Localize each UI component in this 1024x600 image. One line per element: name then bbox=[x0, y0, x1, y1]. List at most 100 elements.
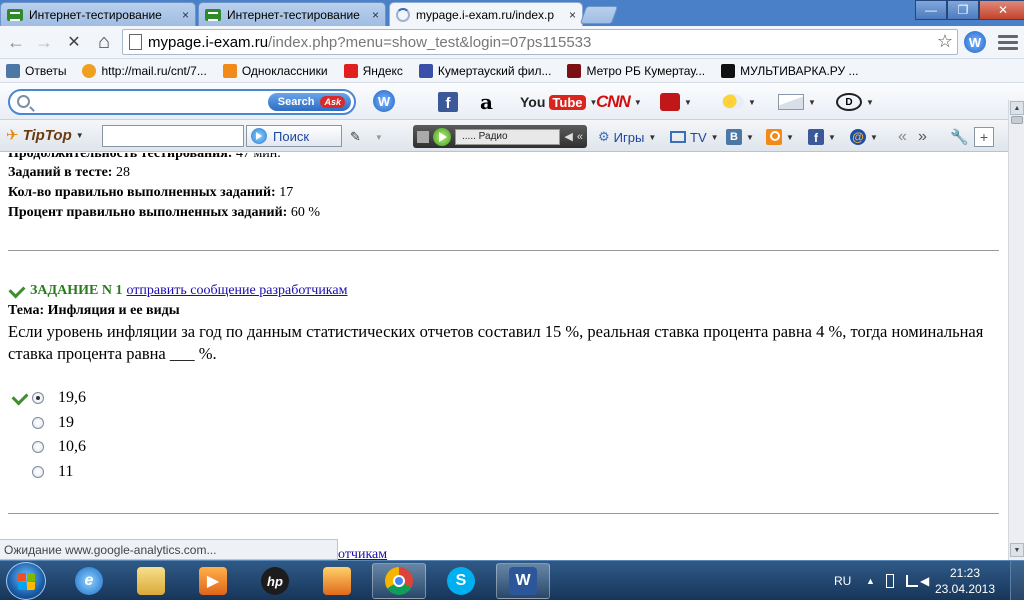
chevron-down-icon[interactable]: ▼ bbox=[746, 133, 754, 142]
ok-button[interactable]: ▼ bbox=[766, 127, 794, 147]
chevron-down-icon[interactable]: ▼ bbox=[808, 98, 816, 107]
page-content: Продолжительность тестирования: 47 мин. … bbox=[0, 153, 1008, 560]
chevron-down-icon[interactable]: ▼ bbox=[786, 133, 794, 142]
radio-button[interactable] bbox=[32, 466, 44, 478]
play-icon[interactable] bbox=[433, 127, 451, 146]
language-indicator[interactable]: RU bbox=[834, 561, 851, 600]
maximize-button[interactable]: ❐ bbox=[947, 0, 979, 20]
mail-ru-button[interactable]: @ ▼ bbox=[850, 127, 878, 147]
highlighter-button[interactable]: ✎ ▼ bbox=[350, 127, 383, 147]
chevron-down-icon[interactable]: ▼ bbox=[870, 133, 878, 142]
tiptop-search-button[interactable]: Поиск bbox=[246, 125, 342, 147]
radio-button-selected[interactable] bbox=[32, 392, 44, 404]
show-desktop-button[interactable] bbox=[1010, 561, 1024, 600]
bookmark-otvety[interactable]: Ответы bbox=[6, 63, 66, 78]
address-bar[interactable]: mypage.i-exam.ru/index.php?menu=show_tes… bbox=[122, 29, 958, 55]
back-button[interactable]: ← bbox=[4, 30, 28, 54]
battery-icon[interactable] bbox=[886, 561, 894, 600]
mail-button[interactable]: ▼ bbox=[778, 91, 816, 113]
send-message-link[interactable]: отправить сообщение разработчикам bbox=[126, 283, 347, 299]
tv-button[interactable]: TV ▼ bbox=[670, 127, 719, 147]
system-clock[interactable]: 21:23 23.04.2013 bbox=[930, 565, 1000, 597]
show-hidden-icons-icon[interactable]: ▲ bbox=[866, 561, 875, 600]
facebook-tiptop-button[interactable]: f ▼ bbox=[808, 127, 836, 147]
next-send-message-link[interactable]: отчикам bbox=[338, 547, 387, 560]
youtube-button[interactable]: You Tube ▼ bbox=[520, 91, 597, 113]
radio-button[interactable] bbox=[32, 441, 44, 453]
chevron-down-icon[interactable]: ▼ bbox=[748, 98, 756, 107]
weather-button[interactable]: ▼ bbox=[722, 91, 756, 113]
bookmark-mail[interactable]: http://mail.ru/cnt/7... bbox=[82, 63, 207, 78]
tiptop-search-input[interactable] bbox=[102, 125, 244, 147]
answer-option-2[interactable]: 19 bbox=[8, 413, 74, 433]
radio-menu-icon[interactable] bbox=[417, 130, 429, 143]
answer-option-4[interactable]: 11 bbox=[8, 462, 73, 482]
minimize-button[interactable]: — bbox=[915, 0, 947, 20]
chevron-down-icon[interactable]: ▼ bbox=[866, 98, 874, 107]
chevron-down-icon[interactable]: ▼ bbox=[634, 98, 642, 107]
cnn-button[interactable]: CNN ▼ bbox=[596, 91, 642, 113]
tab-1[interactable]: Интернет-тестирование × bbox=[0, 2, 196, 26]
games-dice-button[interactable]: ▼ bbox=[660, 91, 692, 113]
w-toolbar-icon[interactable]: W bbox=[373, 90, 395, 112]
taskbar-skype[interactable]: S bbox=[434, 563, 488, 599]
tab-3-active[interactable]: mypage.i-exam.ru/index.p × bbox=[389, 2, 583, 26]
scroll-left-button[interactable]: « bbox=[898, 127, 907, 147]
volume-tray-icon[interactable]: ◀ bbox=[920, 561, 929, 600]
taskbar-chrome[interactable] bbox=[372, 563, 426, 599]
chevron-down-icon[interactable]: ▼ bbox=[828, 133, 836, 142]
collapse-icon[interactable]: « bbox=[577, 131, 583, 143]
bookmark-metro[interactable]: Метро РБ Кумертау... bbox=[567, 63, 705, 78]
home-button[interactable]: ⌂ bbox=[92, 30, 116, 54]
vk-button[interactable]: B ▼ bbox=[726, 127, 754, 147]
facebook-button[interactable]: f bbox=[438, 91, 458, 113]
start-button[interactable] bbox=[6, 562, 46, 600]
tiptop-logo[interactable]: ✈ TipTop ▼ bbox=[6, 126, 84, 145]
stop-button[interactable]: ✕ bbox=[62, 30, 86, 54]
chevron-down-icon[interactable]: ▼ bbox=[76, 131, 84, 140]
tab-close-icon[interactable]: × bbox=[372, 8, 379, 22]
vertical-scrollbar[interactable]: ▲ ▼ bbox=[1008, 100, 1024, 560]
taskbar-word[interactable]: W bbox=[496, 563, 550, 599]
chevron-down-icon[interactable]: ▼ bbox=[711, 133, 719, 142]
network-icon[interactable] bbox=[906, 561, 918, 600]
taskbar-media-player[interactable]: ▶ bbox=[186, 563, 240, 599]
amazon-button[interactable]: a bbox=[480, 90, 493, 114]
browser-menu-icon[interactable] bbox=[998, 31, 1018, 53]
taskbar-file-explorer[interactable] bbox=[124, 563, 178, 599]
chevron-down-icon[interactable]: ▼ bbox=[684, 98, 692, 107]
wrench-icon[interactable]: 🔧 bbox=[950, 127, 969, 147]
new-tab-button[interactable] bbox=[579, 6, 619, 24]
forward-button[interactable]: → bbox=[32, 30, 56, 54]
bookmark-kumertau[interactable]: Кумертауский фил... bbox=[418, 63, 551, 78]
ask-search-box[interactable]: Search Ask bbox=[8, 89, 356, 115]
window-close-button[interactable]: ✕ bbox=[979, 0, 1024, 20]
bookmark-star-icon[interactable]: ☆ bbox=[937, 31, 953, 52]
scroll-right-button[interactable]: » bbox=[918, 127, 927, 147]
scroll-down-arrow-icon[interactable]: ▼ bbox=[1010, 543, 1024, 557]
tab-2[interactable]: Интернет-тестирование × bbox=[198, 2, 386, 26]
taskbar-installer[interactable] bbox=[310, 563, 364, 599]
taskbar-internet-explorer[interactable]: e bbox=[62, 563, 116, 599]
answer-option-1[interactable]: 19,6 bbox=[8, 388, 86, 408]
volume-icon[interactable]: ◀ bbox=[564, 130, 572, 143]
add-button[interactable]: + bbox=[974, 127, 994, 147]
taskbar-hp[interactable]: hp bbox=[248, 563, 302, 599]
games-button[interactable]: ⚙ Игры ▼ bbox=[598, 127, 656, 147]
w-extension-icon[interactable]: W bbox=[964, 31, 986, 53]
ask-search-button[interactable]: Search Ask bbox=[267, 93, 351, 111]
scroll-up-arrow-icon[interactable]: ▲ bbox=[1010, 101, 1024, 115]
tab-close-icon[interactable]: × bbox=[182, 8, 189, 22]
chevron-down-icon[interactable]: ▼ bbox=[648, 133, 656, 142]
radio-button[interactable] bbox=[32, 417, 44, 429]
tab-title: mypage.i-exam.ru/index.p bbox=[416, 7, 555, 22]
chevron-down-icon[interactable]: ▼ bbox=[375, 133, 383, 142]
bookmark-yandex[interactable]: Яндекс bbox=[343, 63, 403, 78]
bookmark-multivarka[interactable]: МУЛЬТИВАРКА.РУ ... bbox=[721, 63, 859, 78]
radio-station-select[interactable]: ..... Радио bbox=[455, 128, 561, 145]
bookmark-odnoklassniki[interactable]: Одноклассники bbox=[222, 63, 328, 78]
tab-close-icon[interactable]: × bbox=[569, 8, 576, 22]
ask-d-button[interactable]: D ▼ bbox=[836, 91, 874, 113]
scrollbar-thumb[interactable] bbox=[1011, 116, 1023, 124]
answer-option-3[interactable]: 10,6 bbox=[8, 437, 86, 457]
